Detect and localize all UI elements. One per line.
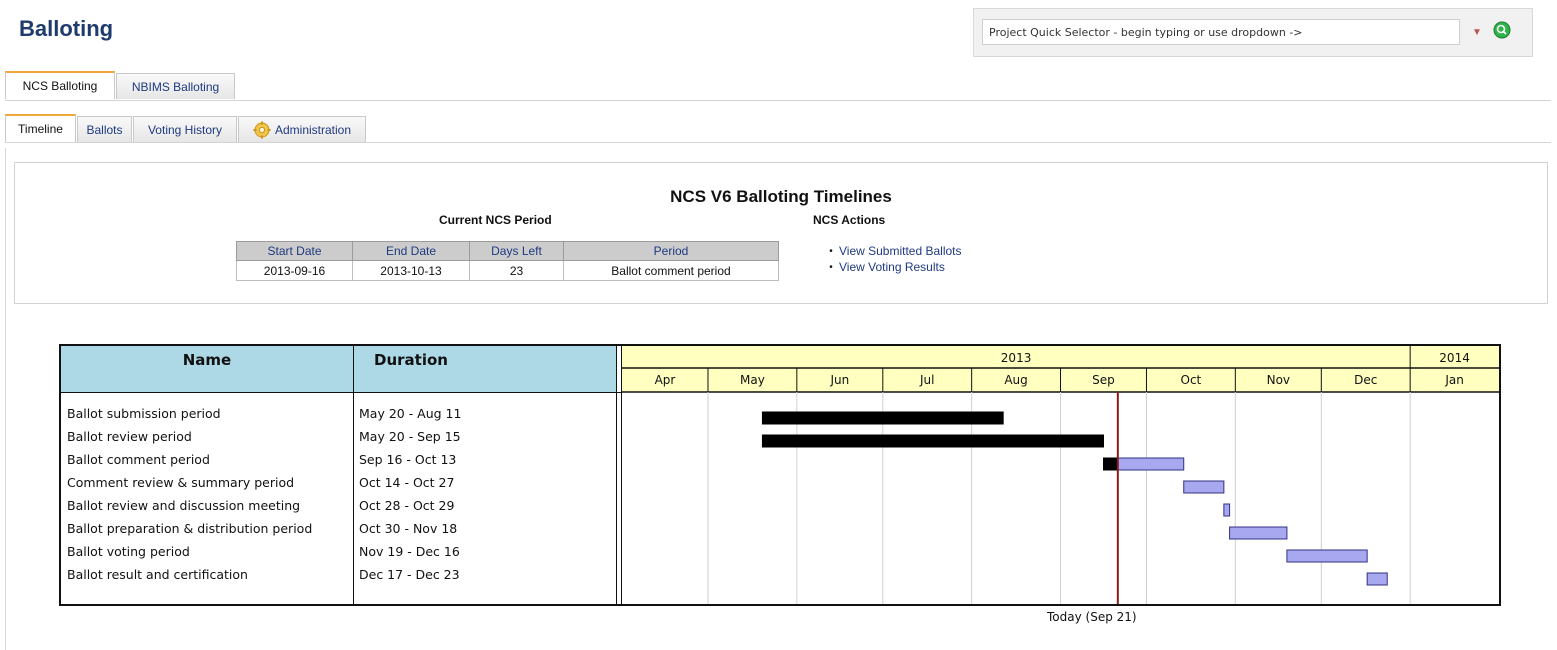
year-label: 2013 bbox=[1001, 351, 1032, 365]
month-label: Jul bbox=[919, 373, 934, 387]
cell-days-left: 23 bbox=[469, 260, 564, 281]
project-selector-input[interactable] bbox=[982, 19, 1460, 45]
tab-administration-label: Administration bbox=[274, 122, 352, 137]
content-border bbox=[5, 148, 6, 650]
view-voting-results-link[interactable]: View Voting Results bbox=[839, 260, 945, 274]
gantt-timeline: 2013 2014 Apr May Jun Jul Aug Sep Oct Nov Dec Jan bbox=[622, 346, 1499, 604]
task-bar-future bbox=[1117, 457, 1185, 471]
month-label: Jan bbox=[1444, 373, 1464, 387]
gear-icon bbox=[253, 121, 271, 138]
panel-title: NCS V6 Balloting Timelines bbox=[670, 187, 892, 206]
task-bar-past bbox=[761, 411, 1004, 425]
task-bar-future bbox=[1366, 572, 1388, 586]
task-bar-past bbox=[1102, 457, 1119, 471]
task-name: Ballot review and discussion meeting bbox=[67, 498, 301, 513]
table-row: 2013-09-16 2013-10-13 23 Ballot comment … bbox=[236, 260, 779, 281]
task-name: Ballot review period bbox=[67, 429, 192, 444]
year-label: 2014 bbox=[1439, 351, 1470, 365]
task-duration: May 20 - Aug 11 bbox=[359, 406, 462, 421]
month-label: Oct bbox=[1181, 373, 1202, 387]
ncs-actions-heading: NCS Actions bbox=[813, 213, 886, 227]
chevron-down-icon[interactable]: ▼ bbox=[1466, 19, 1488, 45]
gantt-task-list: Ballot submission period May 20 - Aug 11 B… bbox=[61, 346, 616, 604]
tab-timeline[interactable]: Timeline bbox=[5, 114, 76, 142]
task-bar-future bbox=[1229, 526, 1288, 540]
task-name: Ballot preparation & distribution period bbox=[67, 521, 313, 536]
month-label: Apr bbox=[655, 373, 676, 387]
tab-voting-history[interactable]: Voting History bbox=[133, 116, 237, 142]
cell-period: Ballot comment period bbox=[563, 260, 779, 281]
task-bar-future bbox=[1223, 503, 1231, 517]
task-duration: Nov 19 - Dec 16 bbox=[359, 544, 460, 559]
month-label: May bbox=[740, 373, 765, 387]
sub-tab-bar: Timeline Ballots Voting History Administ… bbox=[5, 114, 375, 143]
task-duration: Sep 16 - Oct 13 bbox=[359, 452, 457, 467]
month-label: Dec bbox=[1354, 373, 1377, 387]
task-name: Ballot voting period bbox=[67, 544, 190, 559]
col-start-date: Start Date bbox=[236, 241, 353, 261]
current-period-heading: Current NCS Period bbox=[439, 213, 552, 227]
month-label: Jun bbox=[829, 373, 849, 387]
task-duration: Dec 17 - Dec 23 bbox=[359, 567, 460, 582]
cell-end-date: 2013-10-13 bbox=[352, 260, 470, 281]
tab-nbims-balloting[interactable]: NBIMS Balloting bbox=[116, 73, 235, 99]
today-label: Today (Sep 21) bbox=[1047, 610, 1137, 624]
task-name: Ballot result and certification bbox=[67, 567, 248, 582]
gantt-chart: Name Duration Ballot submission period Ma… bbox=[59, 344, 1501, 606]
col-days-left: Days Left bbox=[469, 241, 564, 261]
page-title: Balloting bbox=[19, 16, 114, 41]
tab-divider bbox=[5, 100, 1551, 101]
task-bar-future bbox=[1183, 480, 1225, 494]
tab-ncs-balloting[interactable]: NCS Balloting bbox=[5, 71, 115, 99]
current-period-table: Start Date End Date Days Left Period 201… bbox=[236, 241, 779, 281]
view-submitted-ballots-link[interactable]: View Submitted Ballots bbox=[839, 244, 962, 258]
task-duration: Oct 14 - Oct 27 bbox=[359, 475, 455, 490]
col-end-date: End Date bbox=[352, 241, 470, 261]
task-name: Ballot comment period bbox=[67, 452, 210, 467]
month-label: Aug bbox=[1004, 373, 1027, 387]
col-period: Period bbox=[563, 241, 779, 261]
task-name: Ballot submission period bbox=[67, 406, 221, 421]
cell-start-date: 2013-09-16 bbox=[236, 260, 353, 281]
task-bar-past bbox=[761, 434, 1104, 448]
sub-tab-divider bbox=[5, 142, 1551, 143]
tab-ballots[interactable]: Ballots bbox=[77, 116, 132, 142]
ncs-actions-list: • View Submitted Ballots • View Voting Res… bbox=[823, 243, 962, 275]
search-go-icon[interactable] bbox=[1493, 21, 1511, 39]
task-duration: May 20 - Sep 15 bbox=[359, 429, 461, 444]
timeline-panel: NCS V6 Balloting Timelines Current NCS P… bbox=[14, 162, 1548, 304]
list-item: • View Voting Results bbox=[829, 260, 945, 274]
month-label: Nov bbox=[1267, 373, 1290, 387]
task-bar-future bbox=[1286, 549, 1368, 563]
top-tab-bar: NCS Balloting NBIMS Balloting bbox=[5, 71, 245, 100]
task-duration: Oct 28 - Oct 29 bbox=[359, 498, 455, 513]
task-name: Comment review & summary period bbox=[67, 475, 295, 490]
tab-administration[interactable]: Administration bbox=[238, 116, 366, 142]
list-item: • View Submitted Ballots bbox=[829, 244, 962, 258]
project-quick-selector: ▼ bbox=[973, 8, 1533, 57]
month-label: Sep bbox=[1092, 373, 1115, 387]
task-duration: Oct 30 - Nov 18 bbox=[359, 521, 458, 536]
